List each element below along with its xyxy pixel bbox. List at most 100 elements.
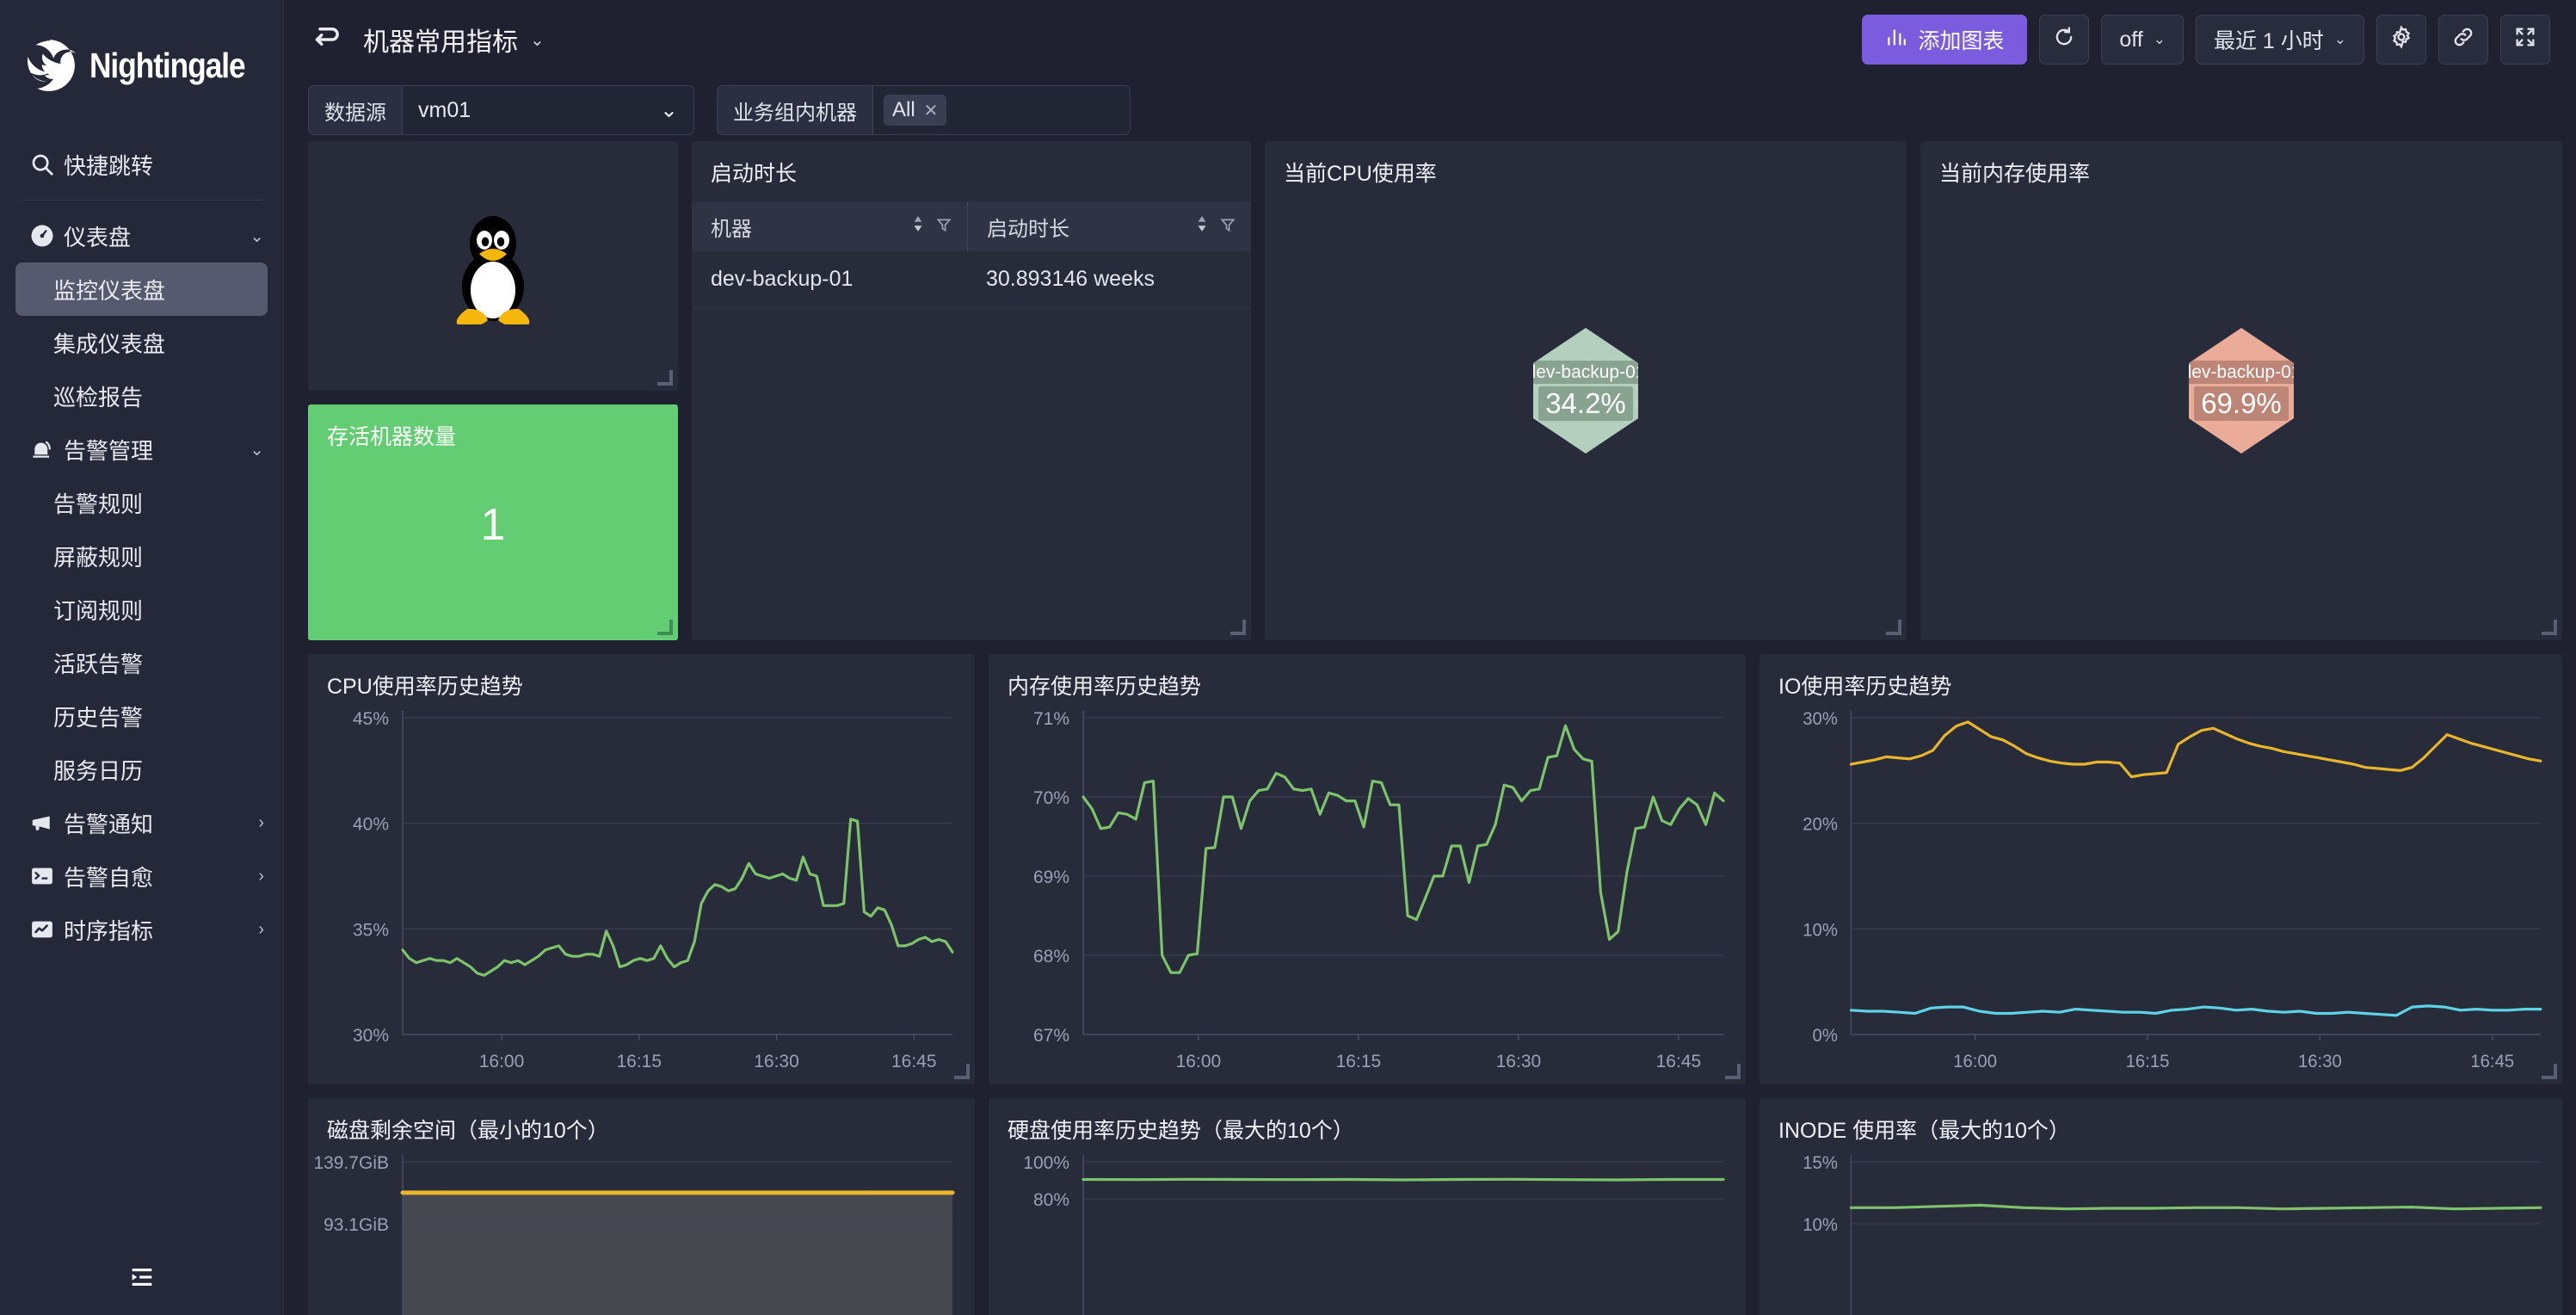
panel-title: IO使用率历史趋势	[1778, 675, 1952, 699]
chevron-right-icon[interactable]: ›	[245, 813, 264, 833]
panel-resize-handle[interactable]	[2542, 620, 2557, 635]
chevron-right-icon[interactable]: ›	[245, 920, 264, 940]
sidebar-item-quick-jump[interactable]: 快捷跳转	[0, 138, 283, 191]
panel-alive-machine-count[interactable]: 存活机器数量 1	[308, 404, 678, 640]
chevron-down-icon[interactable]: ⌄	[245, 225, 264, 247]
hex-cell[interactable]: dev-backup-01 34.2%	[1533, 328, 1638, 454]
panel-title: 存活机器数量	[327, 425, 457, 449]
sidebar-item-service-calendar[interactable]: 服务日历	[0, 743, 283, 796]
chevron-right-icon[interactable]: ›	[245, 867, 264, 886]
sidebar-item-monitor-dashboard[interactable]: 监控仪表盘	[15, 262, 268, 316]
chevron-down-icon[interactable]: ⌄	[530, 29, 545, 51]
settings-button[interactable]	[2376, 15, 2426, 65]
panel-current-cpu-usage[interactable]: 当前CPU使用率 dev-backup-01 34.2%	[1265, 141, 1907, 640]
refresh-button[interactable]	[2039, 15, 2090, 65]
svg-text:70%: 70%	[1033, 788, 1069, 808]
auto-refresh-select[interactable]: off ⌄	[2101, 15, 2184, 65]
chevron-down-icon: ⌄	[660, 98, 678, 122]
time-range-select[interactable]: 最近 1 小时 ⌄	[2195, 15, 2364, 65]
svg-text:30%: 30%	[353, 1026, 389, 1046]
sidebar-item-subscribe-rules[interactable]: 订阅规则	[0, 583, 283, 636]
sidebar-item-integration-dashboard[interactable]: 集成仪表盘	[0, 316, 283, 369]
brand-logo[interactable]: Nightingale	[0, 0, 283, 131]
table-row[interactable]: dev-backup-01 30.893146 weeks	[692, 251, 1251, 308]
business-group-label: 业务组内机器	[717, 85, 872, 135]
sidebar-item-inspection-report[interactable]: 巡检报告	[0, 369, 283, 423]
panel-resize-handle[interactable]	[1886, 620, 1901, 635]
sort-icon[interactable]	[912, 214, 924, 238]
hex-value: 34.2%	[1538, 386, 1633, 422]
datasource-select[interactable]: vm01 ⌄	[402, 85, 694, 135]
panel-linux-logo[interactable]	[308, 141, 678, 391]
panel-resize-handle[interactable]	[954, 1064, 970, 1079]
sidebar-item-active-alerts[interactable]: 活跃告警	[0, 636, 283, 689]
panel-resize-handle[interactable]	[1230, 620, 1246, 635]
column-controls	[1196, 214, 1251, 238]
table-column-uptime[interactable]: 启动时长	[967, 201, 1251, 251]
panel-cpu-trend[interactable]: CPU使用率历史趋势 30% 35% 40% 45% 16:00 16:15 16:30 16…	[308, 654, 975, 1084]
hex-cell[interactable]: dev-backup-01 69.9%	[2189, 328, 2294, 454]
sidebar-item-label: 订阅规则	[53, 597, 144, 624]
panel-uptime-table[interactable]: 启动时长 机器 启动时长 dev-backup-01 30.893146 wee…	[692, 141, 1251, 640]
filter-icon[interactable]	[1220, 214, 1236, 238]
close-icon[interactable]: ✕	[924, 100, 939, 121]
panel-disk-free-space[interactable]: 磁盘剩余空间（最小的10个） 93.1GiB 139.7GiB	[308, 1098, 975, 1315]
chart-disk-free: 93.1GiB 139.7GiB	[308, 1139, 975, 1315]
svg-text:16:00: 16:00	[1176, 1052, 1222, 1071]
chart-io-trend: 0% 10% 20% 30% 16:00 16:15 16:30 16:45	[1759, 695, 2562, 1084]
svg-text:67%: 67%	[1033, 1026, 1069, 1046]
sidebar-item-label: 集成仪表盘	[53, 330, 166, 357]
panel-resize-handle[interactable]	[657, 620, 673, 635]
panel-disk-usage-trend[interactable]: 硬盘使用率历史趋势（最大的10个） 80% 100%	[989, 1098, 1746, 1315]
panel-current-memory-usage[interactable]: 当前内存使用率 dev-backup-01 69.9%	[1920, 141, 2562, 640]
sidebar-item-mute-rules[interactable]: 屏蔽规则	[0, 529, 283, 583]
datasource-value: vm01	[418, 97, 471, 122]
gauge-icon	[29, 223, 64, 249]
chevron-down-icon: ⌄	[2333, 31, 2346, 47]
sidebar-item-label: 巡检报告	[53, 384, 144, 411]
business-group-tags-input[interactable]: All ✕	[872, 85, 1131, 135]
sidebar-item-dashboard[interactable]: 仪表盘 ⌄	[0, 209, 283, 262]
filter-icon[interactable]	[936, 214, 952, 238]
svg-text:10%: 10%	[1803, 920, 1838, 940]
hex-machine-name: dev-backup-01	[1533, 360, 1638, 385]
brand-name: Nightingale	[89, 45, 246, 85]
auto-refresh-value: off	[2119, 27, 2143, 52]
svg-text:30%: 30%	[1803, 709, 1838, 729]
panel-title: 启动时长	[711, 162, 798, 186]
svg-text:45%: 45%	[353, 709, 389, 729]
add-chart-button[interactable]: 添加图表	[1862, 15, 2028, 65]
sidebar-collapse-button[interactable]	[0, 1263, 283, 1296]
panel-resize-handle[interactable]	[2542, 1064, 2557, 1079]
svg-text:16:30: 16:30	[2298, 1052, 2342, 1071]
panel-memory-trend[interactable]: 内存使用率历史趋势 67% 68% 69% 70% 71% 16:00 16:15 16:30…	[989, 654, 1746, 1084]
chevron-down-icon[interactable]: ⌄	[245, 439, 264, 460]
sidebar-item-alert-management[interactable]: 告警管理 ⌄	[0, 423, 283, 476]
copy-link-button[interactable]	[2438, 15, 2488, 65]
sort-icon[interactable]	[1196, 214, 1208, 238]
sidebar-item-alert-rules[interactable]: 告警规则	[0, 476, 283, 529]
gear-icon	[2389, 24, 2413, 55]
table-column-machine[interactable]: 机器	[692, 201, 967, 251]
table-header: 机器 启动时长	[692, 201, 1251, 251]
sidebar-item-history-alerts[interactable]: 历史告警	[0, 689, 283, 743]
hexbin-chart: dev-backup-01 34.2%	[1265, 141, 1907, 640]
panel-io-trend[interactable]: IO使用率历史趋势 0% 10% 20% 30% 16:00 16:15 16:30 16:4…	[1759, 654, 2562, 1084]
svg-text:35%: 35%	[353, 920, 389, 940]
filter-tag[interactable]: All ✕	[884, 95, 947, 126]
fullscreen-button[interactable]	[2500, 15, 2550, 65]
svg-text:16:15: 16:15	[1336, 1052, 1382, 1071]
panel-resize-handle[interactable]	[1725, 1064, 1741, 1079]
svg-text:69%: 69%	[1033, 867, 1069, 887]
alive-machine-count-value: 1	[480, 500, 506, 550]
dashboard-row-3: 磁盘剩余空间（最小的10个） 93.1GiB 139.7GiB 硬盘使用率历史趋势…	[308, 1098, 2562, 1315]
sidebar-item-alert-self-healing[interactable]: 告警自愈 ›	[0, 849, 283, 903]
panel-resize-handle[interactable]	[657, 370, 673, 386]
svg-text:40%: 40%	[353, 815, 389, 835]
sidebar-divider	[21, 200, 262, 201]
sidebar-item-time-series-metrics[interactable]: 时序指标 ›	[0, 903, 283, 956]
back-arrow-icon[interactable]	[308, 22, 344, 58]
sidebar-item-alert-notify[interactable]: 告警通知 ›	[0, 796, 283, 849]
panel-inode-usage[interactable]: INODE 使用率（最大的10个） 10% 15%	[1759, 1098, 2562, 1315]
dashboard-toolbar: 机器常用指标 ⌄ 添加图表 off ⌄ 最近 1 小时 ⌄	[284, 0, 2576, 79]
